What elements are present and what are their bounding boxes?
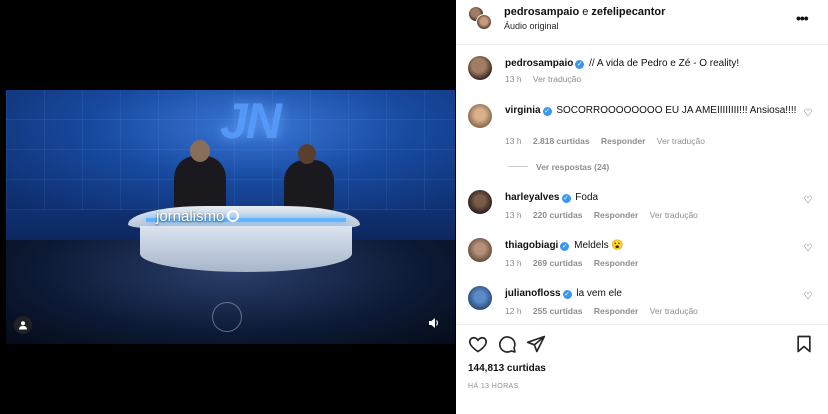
verified-badge-icon: ✓ [562,290,572,299]
reply-button[interactable]: Responder [594,306,638,316]
comment-time[interactable]: 13 h [505,258,522,268]
comment-like-heart-icon[interactable]: ♡ [802,195,814,207]
heart-icon[interactable] [468,334,488,354]
user-tag-icon[interactable] [14,316,32,334]
avatar[interactable] [468,190,492,214]
comment-likes[interactable]: 220 curtidas [533,210,583,220]
comment-body: Meldels 😮 [574,240,624,251]
anchor-right-head [298,144,316,164]
author-username[interactable]: pedrosampaio [504,6,579,18]
comment-meta: 12 h 255 curtidas Responder Ver tradução [505,306,707,316]
comment-like-heart-icon[interactable]: ♡ [802,243,814,255]
post-timestamp[interactable]: HÁ 13 HORAS [468,383,519,390]
instagram-post-viewer: JN jornalismo pedrosampaio e zefelipecan… [0,0,828,414]
comment-meta: 13 h 220 curtidas Responder Ver tradução [505,210,707,220]
comment-likes[interactable]: 269 curtidas [533,258,583,268]
comment-time[interactable]: 13 h [505,210,522,220]
reply-button[interactable]: Responder [594,210,638,220]
post-actions: 144,813 curtidas HÁ 13 HORAS [456,324,828,414]
video-player[interactable]: JN jornalismo [6,90,455,344]
anchor-right [284,160,334,212]
comments-list[interactable]: pedrosampaio ✓ // A vida de Pedro e Zé - … [456,46,828,324]
comment-body: la vem ele [576,288,622,299]
audio-link[interactable]: Áudio original [504,21,559,31]
comment-time[interactable]: 13 h [505,136,522,146]
caption-time[interactable]: 13 h [505,74,522,84]
anchor-left-head [190,140,210,162]
verified-badge-icon: ✓ [561,194,571,203]
comment-text: thiagobiagi ✓ Meldels 😮 [505,239,805,253]
comment-username[interactable]: thiagobiagi [505,240,558,251]
comment-text: virginia ✓ SOCORROOOOOOOO EU JA AMEIIIIII… [505,104,805,118]
comment-username[interactable]: harleyalves [505,192,560,203]
replies-divider [508,166,528,167]
more-options-button[interactable]: ••• [796,10,809,26]
verified-badge-icon: ✓ [542,107,552,116]
post-authors: pedrosampaio e zefelipecantor [504,6,665,18]
reply-button[interactable]: Responder [601,136,645,146]
studio-logo: JN [220,93,282,149]
avatar[interactable] [468,286,492,310]
caption-username[interactable]: pedrosampaio [505,58,573,69]
comment-username[interactable]: julianofloss [505,288,561,299]
caption-text: pedrosampaio ✓ // A vida de Pedro e Zé - … [505,57,805,71]
author-connector: e [579,6,592,18]
desk-brand-text: jornalismo [156,208,225,225]
comment-like-heart-icon[interactable]: ♡ [802,291,814,303]
news-desk [140,226,352,272]
view-replies-button[interactable]: Ver respostas (24) [508,162,609,172]
avatar[interactable] [468,238,492,262]
comment-meta: 13 h 2.818 curtidas Responder Ver traduç… [505,136,714,146]
comment-text: harleyalves ✓ Foda [505,191,805,205]
globo-logo-icon [227,210,240,222]
translate-link[interactable]: Ver tradução [650,306,698,316]
comment-username[interactable]: virginia [505,105,541,116]
verified-badge-icon: ✓ [560,242,570,251]
comment-icon[interactable] [497,334,517,354]
caption-meta: 13 h Ver tradução [505,74,590,84]
media-area: JN jornalismo [6,0,455,414]
translate-link[interactable]: Ver tradução [650,210,698,220]
comment-meta: 13 h 269 curtidas Responder [505,258,647,268]
avatar[interactable] [468,104,492,128]
comment-body: SOCORROOOOOOOO EU JA AMEIIIIIIII!!! Ansi… [556,105,797,116]
comment-likes[interactable]: 255 curtidas [533,306,583,316]
avatar[interactable] [468,56,492,80]
share-icon[interactable] [526,334,546,354]
bookmark-icon[interactable] [794,334,814,354]
desk-brand: jornalismo [156,208,240,225]
comment-likes[interactable]: 2.818 curtidas [533,136,590,146]
post-likes-count[interactable]: 144,813 curtidas [468,363,546,374]
post-header: pedrosampaio e zefelipecantor Áudio orig… [456,0,828,45]
comment-body: Foda [575,192,599,203]
reply-button[interactable]: Responder [594,258,638,268]
view-replies-label: Ver respostas (24) [536,162,610,172]
floor-ring [212,302,242,332]
translate-link[interactable]: Ver tradução [657,136,705,146]
translate-link[interactable]: Ver tradução [533,74,581,84]
caption-body: // A vida de Pedro e Zé - O reality! [589,58,740,69]
anchor-left [174,156,226,212]
verified-badge-icon: ✓ [575,60,585,69]
author-username[interactable]: zefelipecantor [591,6,665,18]
comment-like-heart-icon[interactable]: ♡ [802,108,814,120]
avatar[interactable] [476,14,492,30]
comment-text: julianofloss ✓ la vem ele [505,287,805,301]
volume-icon[interactable] [425,314,443,332]
post-details-panel: pedrosampaio e zefelipecantor Áudio orig… [456,0,828,414]
comment-time[interactable]: 12 h [505,306,522,316]
